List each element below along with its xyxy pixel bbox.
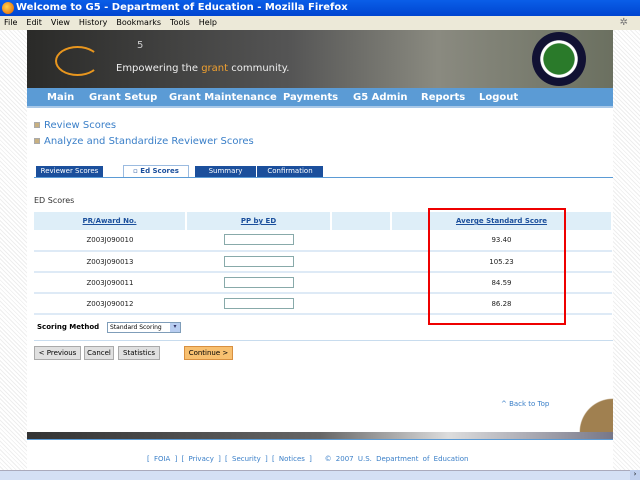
right-margin — [613, 30, 640, 470]
tab-divider — [34, 177, 613, 178]
throbber-icon: ✲ — [619, 17, 628, 28]
page: 5 Empowering the grant community. Main G… — [27, 30, 613, 470]
pp-by-ed-input[interactable] — [223, 276, 294, 288]
g5-logo — [55, 46, 100, 76]
highlight-box — [428, 208, 566, 325]
tab-ed-scores[interactable]: ▫ Ed Scores — [123, 165, 189, 177]
window-title: Welcome to G5 - Department of Education … — [16, 2, 348, 13]
award-number: Z003J090013 — [34, 251, 186, 273]
tagline: Empowering the grant community. — [116, 63, 290, 74]
scoring-method-label: Scoring Method — [37, 323, 100, 331]
link-analyze-scores[interactable]: Analyze and Standardize Reviewer Scores — [34, 136, 254, 147]
header-award[interactable]: PR/Award No. — [34, 212, 187, 230]
statistics-button[interactable]: Statistics — [118, 346, 160, 360]
menu-bar: File Edit View History Bookmarks Tools Help ✲ — [0, 16, 640, 30]
footer: [ FOIA ] [ Privacy ] [ Security ] [ Noti… — [147, 455, 469, 463]
menu-history[interactable]: History — [79, 18, 107, 27]
menu-file[interactable]: File — [4, 18, 17, 27]
main-nav: Main Grant Setup Grant Maintenance Payme… — [27, 88, 613, 108]
cancel-button[interactable]: Cancel — [84, 346, 114, 360]
back-to-top-link[interactable]: ^ Back to Top — [501, 400, 549, 408]
nav-grant-maintenance[interactable]: Grant Maintenance — [169, 92, 277, 103]
footer-privacy[interactable]: [ Privacy ] — [182, 455, 221, 463]
continue-button[interactable]: Continue > — [184, 346, 233, 360]
nav-main[interactable]: Main — [47, 92, 74, 103]
firefox-icon — [2, 2, 14, 14]
nav-g5-admin[interactable]: G5 Admin — [353, 92, 408, 103]
scoring-method-select[interactable]: Standard Scoring ▾ — [107, 322, 181, 333]
tab-confirmation[interactable]: Confirmation — [257, 166, 323, 177]
left-margin — [0, 30, 27, 470]
previous-button[interactable]: < Previous — [34, 346, 81, 360]
menu-bookmarks[interactable]: Bookmarks — [116, 18, 161, 27]
nav-payments[interactable]: Payments — [283, 92, 338, 103]
copyright: © 2007 U.S. Department of Education — [324, 455, 469, 463]
award-number: Z003J090010 — [34, 230, 186, 252]
tab-reviewer-scores[interactable]: Reviewer Scores — [36, 166, 103, 177]
menu-help[interactable]: Help — [199, 18, 217, 27]
pp-by-ed-input[interactable] — [223, 297, 294, 309]
department-seal — [532, 32, 586, 86]
footer-notices[interactable]: [ Notices ] — [272, 455, 312, 463]
bullet-icon — [34, 122, 40, 128]
section-title: ED Scores — [34, 196, 75, 205]
chevron-down-icon: ▾ — [170, 323, 180, 332]
pp-by-ed-input[interactable] — [223, 255, 294, 267]
footer-foia[interactable]: [ FOIA ] — [147, 455, 177, 463]
link-review-scores[interactable]: Review Scores — [34, 120, 116, 131]
nav-grant-setup[interactable]: Grant Setup — [89, 92, 157, 103]
menu-view[interactable]: View — [51, 18, 70, 27]
award-number: Z003J090011 — [34, 272, 186, 294]
g5-logo-number: 5 — [137, 40, 144, 51]
classroom-image — [576, 392, 613, 432]
menu-edit[interactable]: Edit — [26, 18, 42, 27]
nav-reports[interactable]: Reports — [421, 92, 465, 103]
menu-tools[interactable]: Tools — [170, 18, 190, 27]
award-number: Z003J090012 — [34, 293, 186, 315]
pp-by-ed-input[interactable] — [223, 234, 294, 245]
divider — [34, 340, 613, 341]
header-blank — [331, 212, 392, 230]
tab-summary[interactable]: Summary — [195, 166, 256, 177]
banner: 5 Empowering the grant community. — [27, 30, 613, 88]
horizontal-scrollbar[interactable] — [0, 470, 640, 480]
title-bar: Welcome to G5 - Department of Education … — [0, 0, 640, 16]
footer-strip — [27, 432, 613, 440]
nav-logout[interactable]: Logout — [479, 92, 518, 103]
bullet-icon — [34, 138, 40, 144]
scroll-right-icon[interactable]: › — [630, 470, 640, 480]
footer-security[interactable]: [ Security ] — [225, 455, 268, 463]
header-pp-by-ed[interactable]: PP by ED — [186, 212, 332, 230]
